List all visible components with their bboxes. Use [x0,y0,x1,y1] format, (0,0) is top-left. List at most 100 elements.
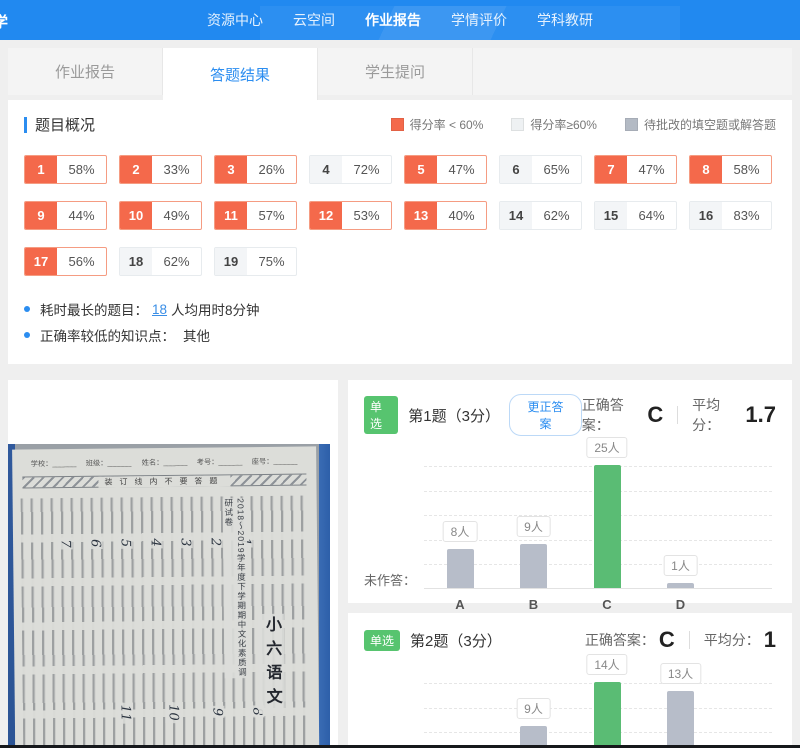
average-value: 1 [764,627,776,653]
question-number: 18 [120,248,152,275]
question-tile[interactable]: 6 65% [499,155,582,184]
question-tile[interactable]: 16 83% [689,201,772,230]
legend-item: 得分率≥60% [511,116,597,133]
question-number: 13 [405,202,437,229]
question-tile[interactable]: 18 62% [119,247,202,276]
legend-label: 得分率 < 60% [410,116,484,133]
question-number: 12 [310,202,342,229]
average-label: 平均分： [692,395,741,435]
stat-divider [677,406,678,424]
exam-title: 2018～2019学年度下学期期中文化素质调研试卷 [223,498,249,678]
question-tile[interactable]: 10 49% [119,201,202,230]
question-tile[interactable]: 13 40% [404,201,487,230]
bar-value-label: 13人 [660,663,701,684]
question-type-badge: 单选 [364,630,400,651]
question-tile[interactable]: 3 26% [214,155,297,184]
legend-item: 待批改的填空题或解答题 [625,116,776,133]
question-number: 15 [595,202,627,229]
bar-D [667,583,694,588]
paper-field: 学校：______ [31,458,77,468]
x-axis-label: D [676,597,685,612]
handwritten-number: 10 [166,702,181,723]
paper-field: 班级：______ [86,458,132,468]
x-axis-label: C [602,597,611,612]
legend-label: 得分率≥60% [530,116,597,133]
nav-item[interactable]: 学科教研 [537,10,593,30]
question-tile[interactable]: 9 44% [24,201,107,230]
note-suffix: 其他 [183,325,210,345]
note-suffix: 人均用时8分钟 [171,299,260,319]
legend-swatch [625,118,638,131]
legend-label: 待批改的填空题或解答题 [644,116,776,133]
x-axis-label: A [455,597,464,612]
bar-value-label: 9人 [516,698,551,719]
question-tile[interactable]: 7 47% [594,155,677,184]
question-score-rate: 62% [532,202,581,229]
test-paper: 学校：______班级：______姓名：______考号：______座号：_… [12,446,322,748]
nav-item[interactable]: 学情评价 [451,10,507,30]
bar-C [594,682,621,748]
handwritten-number: 3 [177,536,192,548]
legend-swatch [391,118,404,131]
paper-preview-card: 学校：______班级：______姓名：______考号：______座号：_… [8,380,338,748]
nav-menu: 资源中心 云空间 作业报告 学情评价 学科教研 [207,10,593,30]
note-line: 耗时最长的题目： 18 人均用时8分钟 [24,296,776,322]
question-score-rate: 75% [247,248,296,275]
question-number: 17 [25,248,57,275]
overview-notes: 耗时最长的题目： 18 人均用时8分钟 正确率较低的知识点： 其他 [24,296,776,348]
top-nav: 学 资源中心 云空间 作业报告 学情评价 学科教研 [0,0,800,40]
nav-item[interactable]: 云空间 [293,10,335,30]
question-tile[interactable]: 8 58% [689,155,772,184]
question-tile[interactable]: 2 33% [119,155,202,184]
question-tile[interactable]: 11 57% [214,201,297,230]
handwritten-number: 9 [209,706,224,718]
question-tile[interactable]: 1 58% [24,155,107,184]
question-tile[interactable]: 19 75% [214,247,297,276]
question-number: 7 [595,156,627,183]
bar-value-label: 8人 [443,521,478,542]
answer-label: 正确答案： [585,630,655,650]
bullet-dot-icon [24,306,30,312]
test-paper-photo[interactable]: 学校：______班级：______姓名：______考号：______座号：_… [8,444,330,748]
tab[interactable]: 作业报告 [8,48,163,95]
bar-value-label: 25人 [586,437,627,458]
question-score-rate: 33% [152,156,201,183]
question-tile[interactable]: 17 56% [24,247,107,276]
tab[interactable]: 学生提问 [318,48,473,95]
question-tile[interactable]: 15 64% [594,201,677,230]
correct-answer-button[interactable]: 更正答案 [509,394,582,436]
seal-line-text: 装订线内不要答题 [98,475,230,487]
note-prefix: 正确率较低的知识点： [40,325,175,345]
question-score-rate: 83% [722,202,771,229]
question-numbers-row2: 111098 [115,704,263,721]
question-tile[interactable]: 5 47% [404,155,487,184]
question-title: 第1题（3分） [408,405,493,426]
question-tile[interactable]: 4 72% [309,155,392,184]
nav-item[interactable]: 资源中心 [207,10,263,30]
question-tile[interactable]: 12 53% [309,201,392,230]
question-number: 8 [690,156,722,183]
stat-divider [689,631,690,649]
question-number: 2 [120,156,152,183]
question-score-rate: 26% [247,156,296,183]
subject-title: 小六语文 [258,614,285,714]
question-tile[interactable]: 14 62% [499,201,582,230]
note-link[interactable]: 18 [152,302,167,317]
legend-item: 得分率 < 60% [391,116,484,133]
average-value: 1.7 [745,402,776,428]
bar-C [594,465,621,588]
nav-item[interactable]: 作业报告 [365,10,421,30]
question-type-badge: 单选 [364,396,398,434]
paper-header-fields: 学校：______班级：______姓名：______考号：______座号：_… [26,456,302,470]
handwritten-number: 11 [118,703,133,724]
bar-B [520,544,547,588]
paper-field: 考号：______ [197,457,243,467]
question-number: 3 [215,156,247,183]
question-score-rate: 56% [57,248,106,275]
question-number: 1 [25,156,57,183]
average-label: 平均分： [704,630,760,650]
tab[interactable]: 答题结果 [163,48,318,100]
section-title: 题目概况 [35,114,95,135]
bar-value-label: 14人 [586,654,627,675]
bar-A [447,549,474,588]
